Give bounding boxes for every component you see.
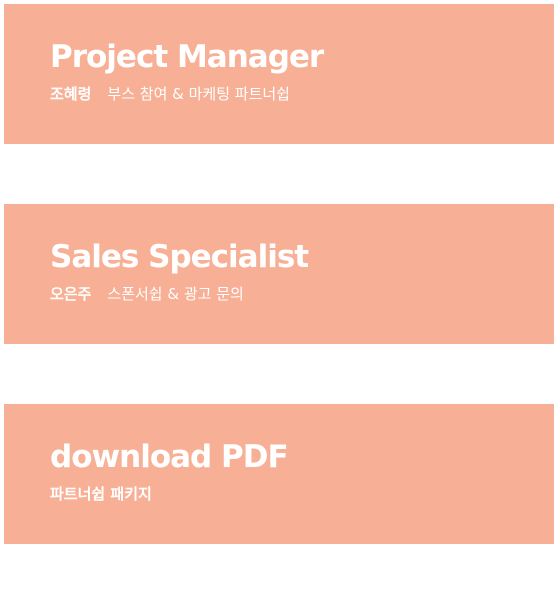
- download-pdf-button[interactable]: download PDF 파트너쉽 패키지: [4, 404, 554, 544]
- card-sales-specialist[interactable]: Sales Specialist 오은주 스폰서쉽 & 광고 문의: [4, 204, 554, 344]
- card-title: Sales Specialist: [50, 239, 309, 275]
- card-project-manager[interactable]: Project Manager 조혜령 부스 참여 & 마케팅 파트너쉽: [4, 4, 554, 144]
- card-title: Project Manager: [50, 39, 324, 75]
- pdf-description: 파트너쉽 패키지: [50, 485, 152, 503]
- contact-role: 부스 참여 & 마케팅 파트너쉽: [107, 85, 290, 103]
- card-title: download PDF: [50, 439, 289, 475]
- card-subtitle: 오은주 스폰서쉽 & 광고 문의: [50, 284, 554, 304]
- card-subtitle: 파트너쉽 패키지: [50, 484, 554, 504]
- card-subtitle: 조혜령 부스 참여 & 마케팅 파트너쉽: [50, 84, 554, 104]
- contact-role: 스폰서쉽 & 광고 문의: [107, 285, 244, 303]
- contact-name: 오은주: [50, 285, 92, 303]
- contact-name: 조혜령: [50, 85, 92, 103]
